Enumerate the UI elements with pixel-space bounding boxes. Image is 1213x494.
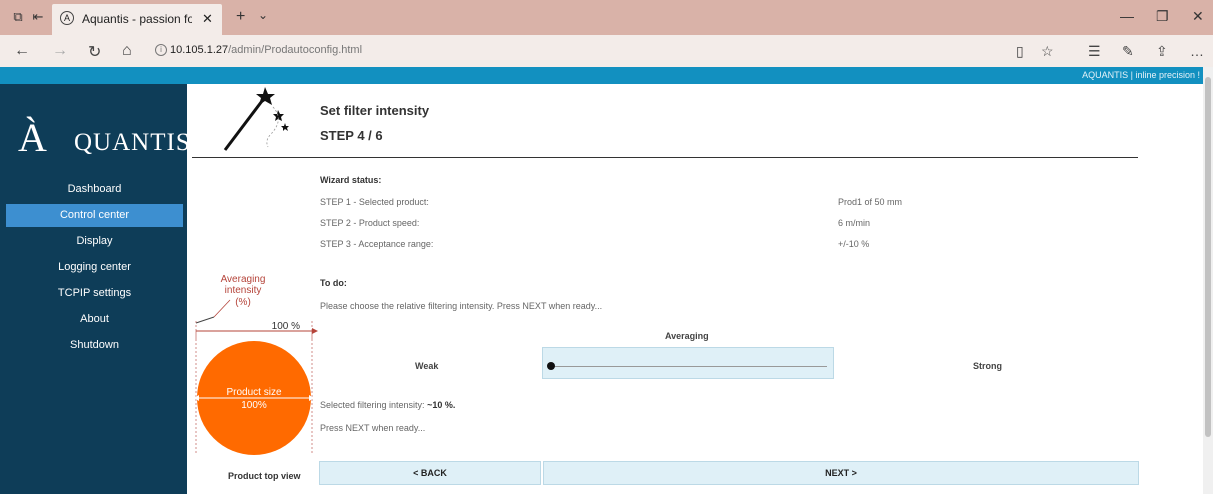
pen-icon[interactable]: ✎ bbox=[1122, 43, 1134, 60]
tab-actions-icon[interactable]: ⧉ bbox=[10, 9, 26, 25]
favorite-star-icon[interactable]: ☆ bbox=[1041, 43, 1054, 60]
slider-title: Averaging bbox=[665, 331, 709, 341]
favicon-icon: A bbox=[60, 11, 74, 25]
step-indicator: STEP 4 / 6 bbox=[320, 128, 383, 143]
step2-value: 6 m/min bbox=[838, 218, 871, 228]
press-next-text: Press NEXT when ready... bbox=[320, 423, 426, 433]
sidebar-item-display[interactable]: Display bbox=[6, 230, 183, 253]
slider-handle[interactable] bbox=[547, 362, 555, 370]
step3-label: STEP 3 - Acceptance range: bbox=[320, 239, 434, 249]
magic-wand-icon bbox=[223, 87, 289, 151]
refresh-icon[interactable]: ↻ bbox=[88, 42, 101, 62]
averaging-line1: Averaging bbox=[221, 274, 266, 285]
percent-label: 100 % bbox=[272, 321, 300, 332]
header-tagline: AQUANTIS | inline precision ! bbox=[1082, 70, 1200, 80]
url-host: 10.105.1.27 bbox=[170, 44, 229, 56]
weak-label: Weak bbox=[415, 361, 439, 371]
reading-view-icon[interactable]: ▯ bbox=[1016, 43, 1024, 60]
wizard-status-label: Wizard status: bbox=[320, 175, 382, 185]
set-tabs-aside-icon[interactable]: ⇤ bbox=[30, 9, 46, 25]
averaging-line3: (%) bbox=[235, 297, 251, 308]
close-tab-icon[interactable]: ✕ bbox=[202, 11, 213, 27]
sidebar-item-logging-center[interactable]: Logging center bbox=[6, 256, 183, 279]
logo-initial: À bbox=[18, 115, 47, 160]
averaging-slider[interactable] bbox=[542, 347, 834, 379]
product-top-view-caption: Product top view bbox=[228, 471, 301, 481]
info-icon[interactable]: i bbox=[155, 44, 167, 56]
step3-value: +/-10 % bbox=[838, 239, 870, 249]
product-pct-label: 100% bbox=[241, 400, 267, 411]
aquantis-logo: À QUANTIS bbox=[18, 94, 190, 174]
more-icon[interactable]: … bbox=[1190, 43, 1204, 59]
logo-text: QUANTIS bbox=[74, 129, 191, 156]
close-window-icon[interactable]: ✕ bbox=[1192, 8, 1204, 25]
sidebar: À QUANTIS Dashboard Control center Displ… bbox=[0, 84, 190, 494]
address-bar: ← → ↻ ⌂ i 10.105.1.27/admin/Prodautoconf… bbox=[0, 35, 1213, 67]
next-button[interactable]: NEXT > bbox=[543, 461, 1139, 485]
favorites-list-icon[interactable]: ☰ bbox=[1088, 43, 1101, 60]
step1-label: STEP 1 - Selected product: bbox=[320, 197, 429, 207]
new-tab-icon[interactable]: + bbox=[236, 8, 245, 26]
product-size-label: Product size bbox=[226, 387, 281, 398]
sidebar-item-tcpip-settings[interactable]: TCPIP settings bbox=[6, 282, 183, 305]
selected-intensity-prefix: Selected filtering intensity: bbox=[320, 400, 428, 410]
share-icon[interactable]: ⇪ bbox=[1156, 43, 1168, 60]
selected-intensity-value: ~10 %. bbox=[427, 400, 456, 410]
page-header-strip: AQUANTIS | inline precision ! bbox=[0, 67, 1213, 84]
averaging-illustration: Averaging intensity (%) 100 % Product si… bbox=[194, 274, 318, 455]
strong-label: Strong bbox=[973, 361, 1002, 371]
browser-tab-bar: ⧉ ⇤ A Aquantis - passion for p ✕ + ⌄ — ❐… bbox=[0, 0, 1213, 35]
back-button[interactable]: < BACK bbox=[319, 461, 541, 485]
title-divider bbox=[192, 157, 1138, 158]
restore-icon[interactable]: ❐ bbox=[1156, 8, 1169, 25]
todo-text: Please choose the relative filtering int… bbox=[320, 301, 603, 311]
selected-intensity-text: Selected filtering intensity: ~10 %. bbox=[320, 400, 455, 410]
averaging-line2: intensity bbox=[225, 285, 262, 296]
tab-title: Aquantis - passion for p bbox=[82, 12, 192, 26]
todo-label: To do: bbox=[320, 278, 347, 288]
scrollbar[interactable] bbox=[1203, 67, 1213, 494]
url-field[interactable]: 10.105.1.27/admin/Prodautoconfig.html bbox=[170, 44, 362, 56]
forward-icon[interactable]: → bbox=[52, 42, 68, 60]
sidebar-item-about[interactable]: About bbox=[6, 308, 183, 331]
scrollbar-thumb[interactable] bbox=[1205, 77, 1211, 437]
minimize-icon[interactable]: — bbox=[1120, 8, 1134, 24]
url-path: /admin/Prodautoconfig.html bbox=[228, 44, 363, 56]
slider-track[interactable] bbox=[551, 366, 827, 367]
browser-tab[interactable]: A Aquantis - passion for p ✕ bbox=[52, 4, 222, 35]
chevron-down-icon[interactable]: ⌄ bbox=[258, 8, 268, 22]
home-icon[interactable]: ⌂ bbox=[122, 42, 132, 60]
page-title: Set filter intensity bbox=[320, 103, 430, 118]
back-icon[interactable]: ← bbox=[14, 42, 30, 60]
step2-label: STEP 2 - Product speed: bbox=[320, 218, 420, 228]
sidebar-item-dashboard[interactable]: Dashboard bbox=[6, 178, 183, 201]
step1-value: Prod1 of 50 mm bbox=[838, 197, 903, 207]
sidebar-item-shutdown[interactable]: Shutdown bbox=[6, 334, 183, 357]
sidebar-item-control-center[interactable]: Control center bbox=[6, 204, 183, 227]
